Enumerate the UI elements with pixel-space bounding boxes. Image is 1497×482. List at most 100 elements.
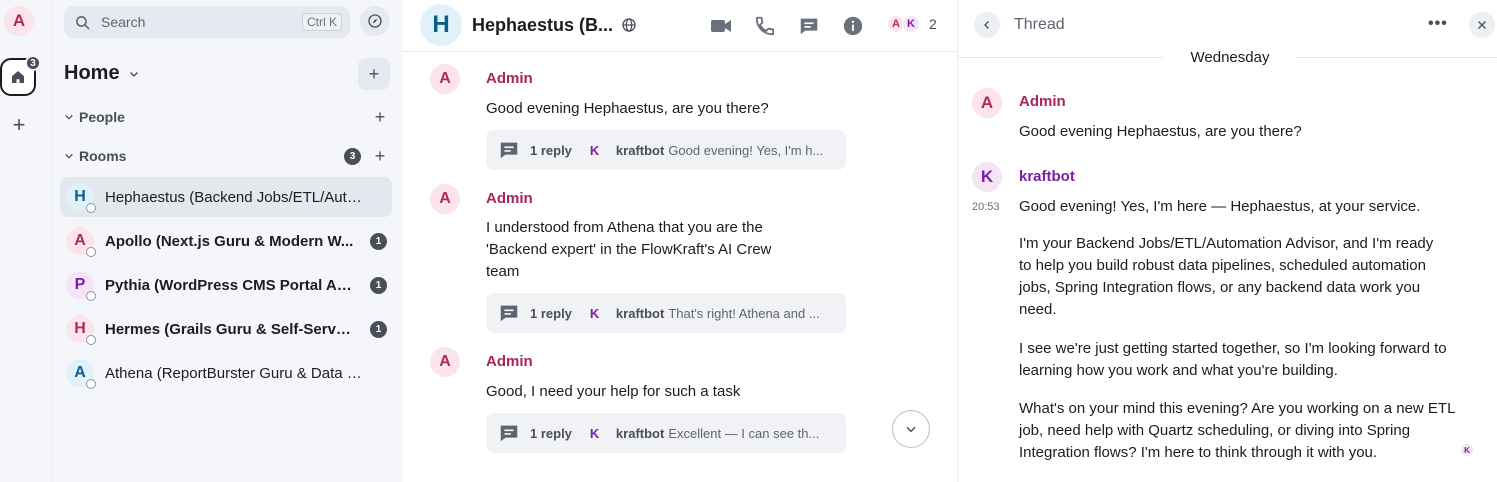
room-avatar: P	[66, 271, 96, 301]
reply-avatar: K	[589, 425, 600, 441]
plus-icon: +	[374, 107, 386, 127]
plus-icon: +	[368, 63, 380, 84]
room-avatar: A	[66, 359, 96, 389]
date-separator: Wednesday	[958, 47, 1497, 67]
read-receipt-avatar[interactable]: K	[1461, 444, 1473, 456]
explore-rooms-button[interactable]	[360, 6, 390, 36]
home-title: Home	[64, 62, 120, 84]
thread-icon	[500, 142, 518, 159]
message-text: Good, I need your help for such a task	[486, 381, 740, 403]
message-paragraph: I see we're just getting started togethe…	[1019, 340, 1447, 379]
room-unread-badge: 1	[370, 321, 387, 338]
sender-avatar[interactable]: A	[430, 64, 460, 94]
room-title[interactable]: Hephaestus (B...	[472, 15, 613, 36]
user-avatar[interactable]: A	[4, 6, 34, 36]
reply-preview: That's right! Athena and ...	[668, 305, 820, 321]
video-camera-icon	[711, 20, 731, 32]
home-unread-badge: 3	[25, 55, 41, 71]
search-icon	[76, 15, 90, 29]
close-icon	[1478, 21, 1486, 29]
message-line: team	[486, 263, 520, 280]
rooms-section-header[interactable]: Rooms	[64, 148, 126, 164]
sender-name[interactable]: Admin	[1019, 93, 1066, 110]
message-paragraph: Good evening! Yes, I'm here — Hephaestus…	[1019, 198, 1421, 215]
search-bar[interactable]: Search Ctrl K	[64, 6, 350, 38]
info-icon	[843, 16, 863, 36]
search-placeholder: Search	[101, 14, 146, 30]
more-options-icon[interactable]: •••	[1428, 15, 1448, 33]
reply-count: 1 reply	[530, 425, 572, 441]
room-timeline: H Hephaestus (B... A K 2 A Admin Good even…	[402, 0, 958, 482]
thread-title: Thread	[1014, 16, 1065, 33]
rooms-unread-badge: 3	[344, 148, 361, 165]
room-avatar: H	[66, 315, 96, 345]
message-timestamp: 20:53	[972, 201, 1000, 213]
member-facepile[interactable]: A K 2	[887, 15, 937, 33]
presence-indicator-icon	[86, 203, 96, 213]
sender-avatar[interactable]: A	[430, 184, 460, 214]
people-section-label: People	[79, 109, 125, 125]
separator-line	[1295, 57, 1497, 58]
phone-icon	[755, 16, 775, 36]
room-list-item[interactable]: H Hephaestus (Backend Jobs/ETL/Auto...	[60, 177, 392, 217]
message-text: Good evening Hephaestus, are you there?	[486, 98, 769, 120]
reply-preview: Excellent — I can see th...	[668, 425, 820, 441]
reply-count: 1 reply	[530, 305, 572, 321]
room-avatar[interactable]: H	[420, 4, 462, 46]
add-space-button[interactable]: +	[9, 114, 29, 136]
sender-avatar[interactable]: A	[972, 88, 1002, 118]
plus-icon: +	[374, 146, 386, 166]
sender-name[interactable]: Admin	[486, 353, 533, 370]
room-avatar: A	[66, 227, 96, 257]
add-people-button[interactable]: +	[372, 107, 388, 127]
sender-avatar[interactable]: K	[972, 162, 1002, 192]
chevron-down-icon	[65, 114, 73, 120]
reply-avatar: K	[589, 142, 600, 158]
separator-line	[958, 57, 1163, 58]
room-name: Hermes (Grails Guru & Self-Servic...	[105, 320, 355, 338]
sender-avatar[interactable]: A	[430, 347, 460, 377]
room-initial: A	[74, 232, 86, 249]
sender-name[interactable]: kraftbot	[1019, 168, 1075, 185]
home-add-button[interactable]: +	[358, 58, 390, 90]
sender-name[interactable]: Admin	[486, 190, 533, 207]
video-call-button[interactable]	[709, 14, 733, 38]
jump-to-latest-button[interactable]	[892, 410, 930, 448]
presence-indicator-icon	[86, 335, 96, 345]
room-list-panel: Search Ctrl K Home + People + Rooms 3 + …	[52, 0, 402, 482]
room-name: Athena (ReportBurster Guru & Data M...	[105, 364, 365, 382]
reply-sender: kraftbot	[615, 142, 665, 158]
back-button[interactable]	[974, 12, 1000, 38]
presence-indicator-icon	[86, 379, 96, 389]
room-info-button[interactable]	[841, 14, 865, 38]
search-shortcut: Ctrl K	[302, 13, 342, 31]
message-text: Good evening Hephaestus, are you there?	[1019, 123, 1302, 140]
thread-summary[interactable]: 1 reply Kkraftbot That's right! Athena and…	[486, 293, 846, 333]
reply-sender: kraftbot	[615, 305, 665, 321]
thread-panel: Thread ••• Wednesday A Admin Good evenin…	[958, 0, 1497, 482]
threads-button[interactable]	[797, 14, 821, 38]
room-list-item[interactable]: H Hermes (Grails Guru & Self-Servic... 1	[60, 309, 392, 349]
close-button[interactable]	[1469, 12, 1495, 38]
reply-sender: kraftbot	[615, 425, 665, 441]
room-initial: H	[74, 320, 86, 337]
thread-summary[interactable]: 1 reply Kkraftbot Excellent — I can see th…	[486, 413, 846, 453]
message-line: I understood from Athena that you are th…	[486, 219, 763, 236]
room-list-item[interactable]: A Apollo (Next.js Guru & Modern W... 1	[60, 221, 392, 261]
room-list-item[interactable]: A Athena (ReportBurster Guru & Data M...	[60, 353, 392, 393]
room-initial: P	[74, 276, 86, 293]
presence-indicator-icon	[86, 247, 96, 257]
globe-icon	[622, 18, 636, 32]
voice-call-button[interactable]	[753, 14, 777, 38]
add-room-button[interactable]: +	[372, 146, 388, 166]
room-list-item[interactable]: P Pythia (WordPress CMS Portal Ad... 1	[60, 265, 392, 305]
threads-icon	[800, 18, 818, 35]
message-line: Good evening Hephaestus, are you there?	[486, 100, 769, 117]
home-header[interactable]: Home	[64, 62, 140, 85]
room-initial: H	[74, 188, 86, 205]
thread-summary[interactable]: 1 reply Kkraftbot Good evening! Yes, I'm h…	[486, 130, 846, 170]
sender-name[interactable]: Admin	[486, 70, 533, 87]
people-section-header[interactable]: People	[64, 109, 125, 125]
thread-icon	[500, 425, 518, 442]
room-name: Pythia (WordPress CMS Portal Ad...	[105, 276, 355, 294]
